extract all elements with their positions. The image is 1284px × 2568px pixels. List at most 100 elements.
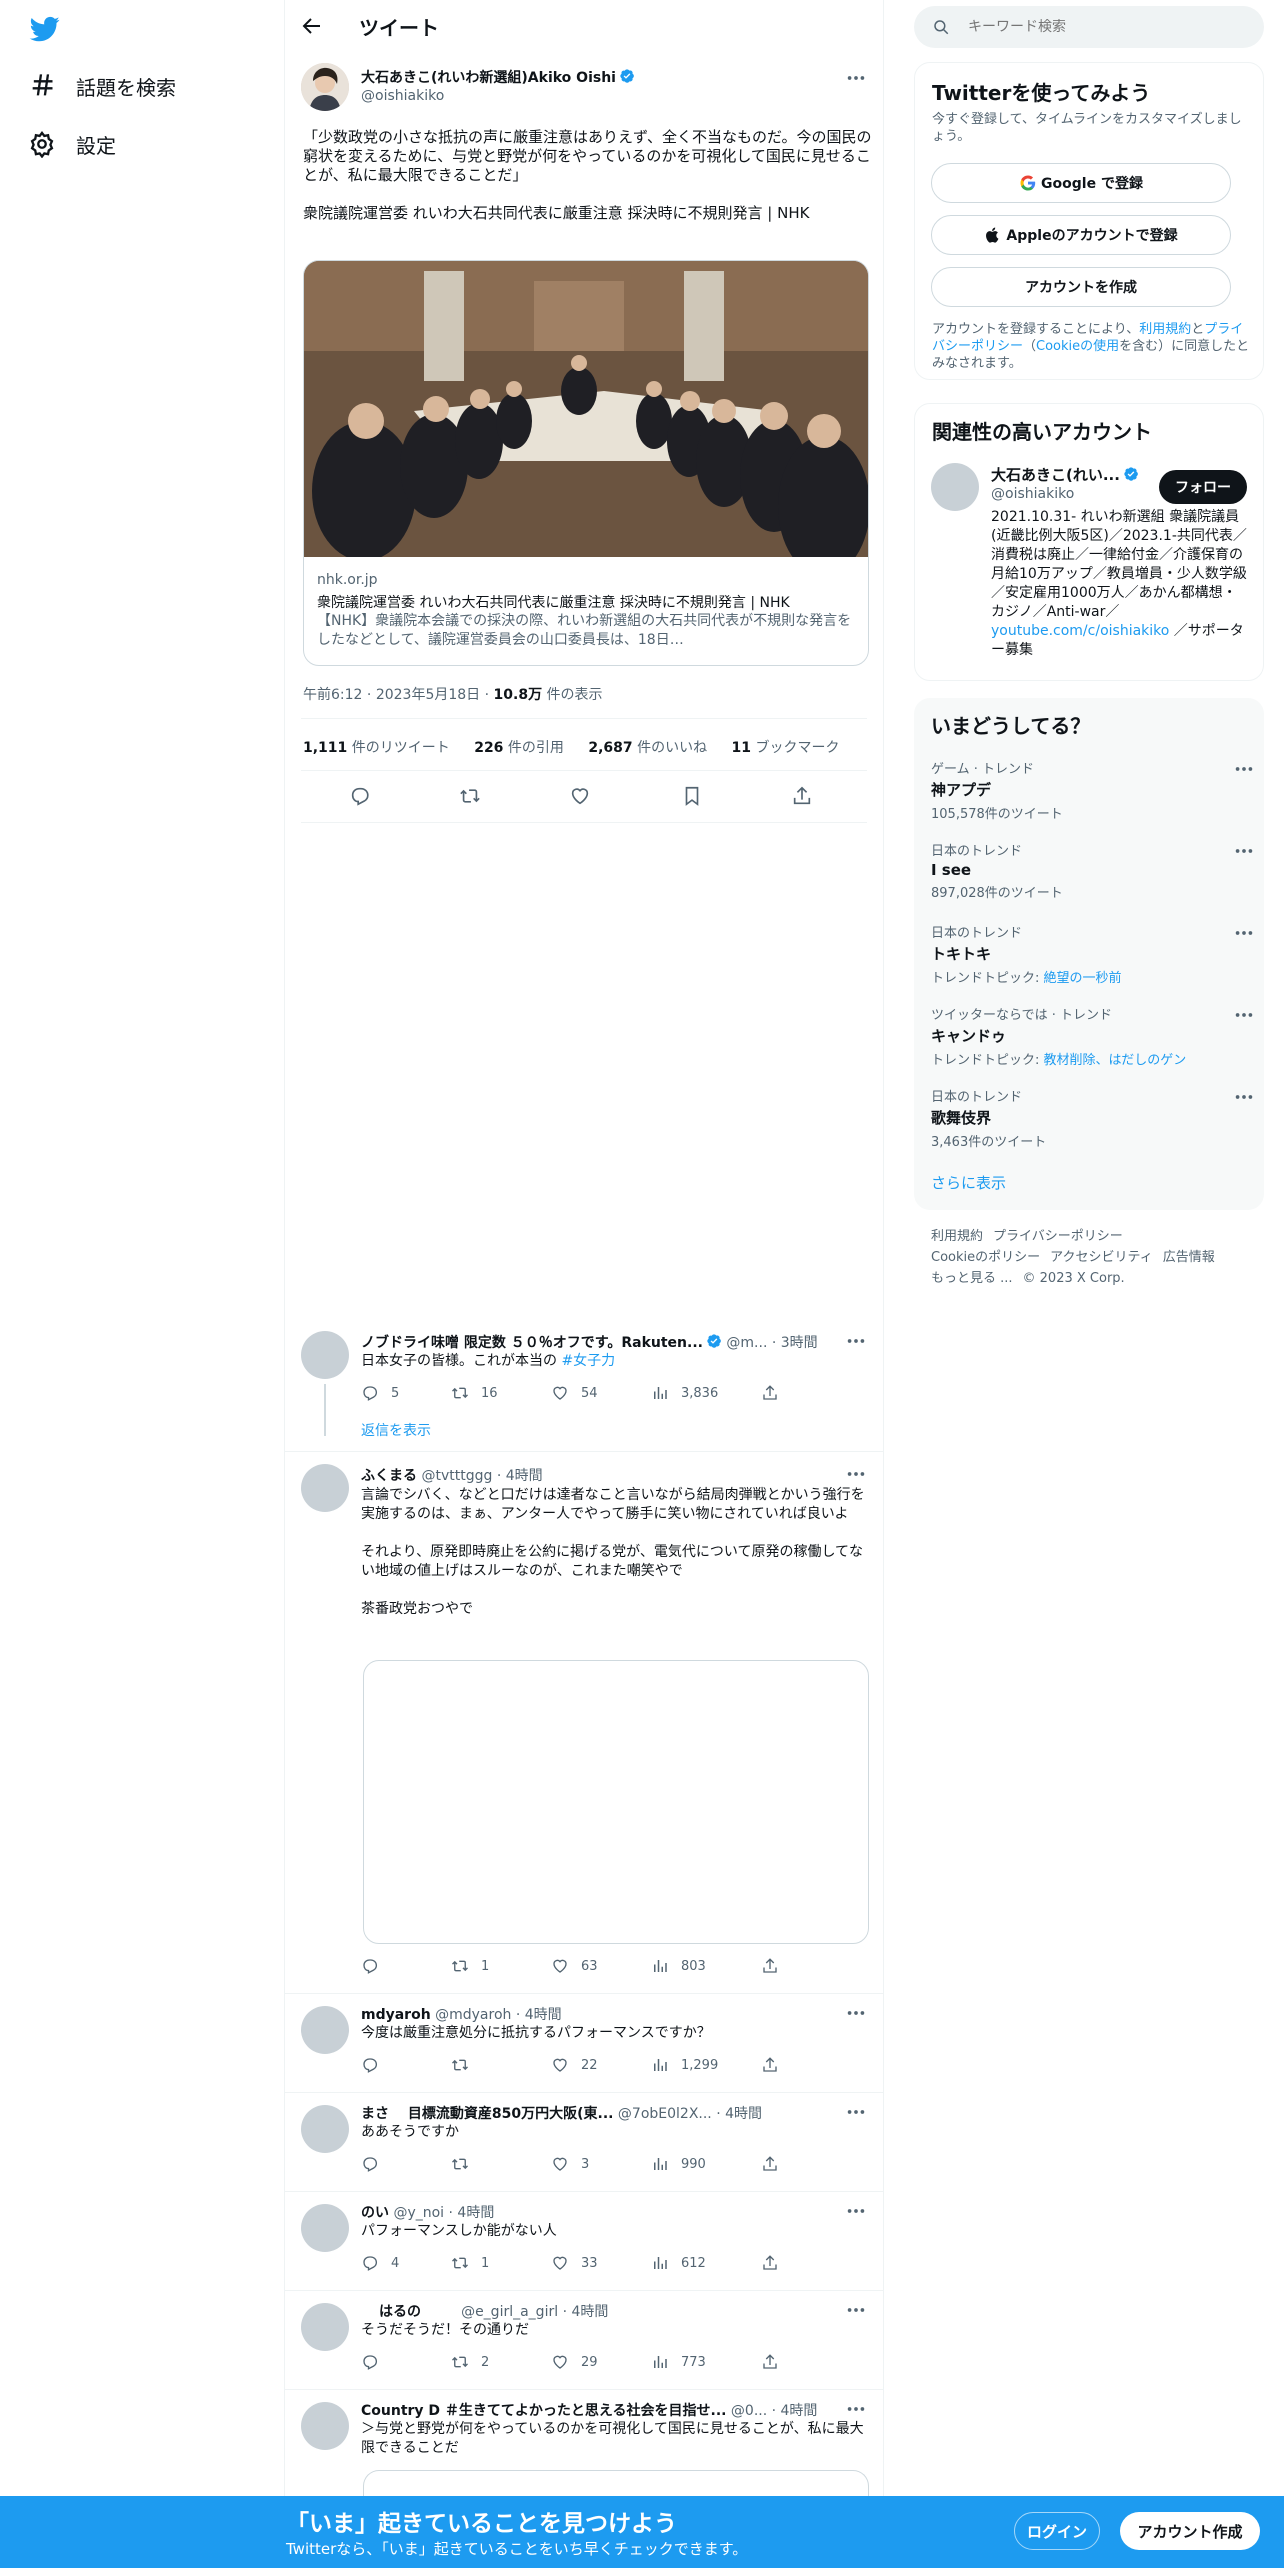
views-button[interactable]: 990 [651, 2155, 706, 2173]
twitter-logo-icon[interactable] [28, 14, 62, 44]
cookie-link[interactable]: Cookieの使用 [1036, 339, 1119, 354]
reply-author-handle[interactable]: @m... [726, 1335, 767, 1351]
share-button[interactable] [761, 1384, 791, 1402]
reply-time[interactable]: · 4時間 [516, 2007, 562, 2023]
more-options-icon[interactable] [845, 1330, 867, 1352]
more-options-icon[interactable] [1233, 840, 1255, 862]
footer-cookie[interactable]: Cookieのポリシー [931, 1250, 1040, 1265]
avatar[interactable] [301, 1464, 349, 1512]
more-options-icon[interactable] [1233, 758, 1255, 780]
register-button[interactable]: アカウント作成 [1120, 2512, 1260, 2550]
avatar[interactable] [301, 1331, 349, 1379]
trend-item[interactable]: ツイッターならでは · トレンド キャンドゥ トレンドトピック: 教材削除、はだ… [931, 1004, 1253, 1068]
follow-button[interactable]: フォロー [1159, 470, 1247, 504]
more-options-icon[interactable] [1233, 1086, 1255, 1108]
terms-link[interactable]: 利用規約 [1139, 322, 1191, 337]
trend-item[interactable]: 日本のトレンド I see 897,028件のツイート [931, 840, 1253, 901]
retweet-button[interactable]: 16 [451, 1384, 498, 1402]
tweet-date[interactable]: 2023年5月18日 [376, 687, 480, 703]
reply-author-handle[interactable]: @7obE0l2X... [618, 2106, 712, 2122]
like-button[interactable]: 63 [551, 1957, 598, 1975]
footer-privacy[interactable]: プライバシーポリシー [993, 1229, 1123, 1244]
more-options-icon[interactable] [845, 2200, 867, 2222]
author-handle[interactable]: @oishiakiko [361, 88, 444, 104]
more-options-icon[interactable] [1233, 922, 1255, 944]
reply-button[interactable] [361, 2056, 391, 2074]
apple-signup-button[interactable]: Appleのアカウントで登録 [931, 215, 1231, 255]
footer-ads[interactable]: 広告情報 [1163, 1250, 1215, 1265]
reply-icon[interactable] [349, 785, 371, 807]
like-icon[interactable] [569, 785, 591, 807]
link-card[interactable]: nhk.or.jp 衆院議院運営委 れいわ大石共同代表に厳重注意 採決時に不規則… [303, 260, 869, 666]
more-options-icon[interactable] [845, 2299, 867, 2321]
reply-button[interactable]: 4 [361, 2254, 399, 2272]
trend-item[interactable]: 日本のトレンド トキトキ トレンドトピック: 絶望の一秒前 [931, 922, 1253, 986]
trend-item[interactable]: ゲーム · トレンド 神アプデ 105,578件のツイート [931, 758, 1253, 822]
share-button[interactable] [761, 2056, 791, 2074]
search-box[interactable] [914, 6, 1264, 48]
more-options-icon[interactable] [845, 2101, 867, 2123]
reply-time[interactable]: · 4時間 [772, 2403, 818, 2419]
views-button[interactable]: 803 [651, 1957, 706, 1975]
like-button[interactable]: 33 [551, 2254, 598, 2272]
like-button[interactable]: 22 [551, 2056, 598, 2074]
reply-button[interactable] [361, 2155, 391, 2173]
views-button[interactable]: 1,299 [651, 2056, 718, 2074]
share-button[interactable] [761, 2254, 791, 2272]
like-button[interactable]: 54 [551, 1384, 598, 1402]
like-button[interactable]: 3 [551, 2155, 589, 2173]
reply-author-name[interactable]: はるの [379, 2304, 421, 2320]
reply-author-handle[interactable]: @e_girl_a_girl [461, 2304, 558, 2320]
reply-button[interactable] [361, 1957, 391, 1975]
reply-author-handle[interactable]: @tvtttggg [421, 1468, 492, 1484]
bookmark-icon[interactable] [681, 785, 703, 807]
more-options-icon[interactable] [845, 67, 867, 89]
login-button[interactable]: ログイン [1014, 2512, 1100, 2550]
reply-author-name[interactable]: まさ 目標流動資産850万円大阪(東... [361, 2106, 613, 2122]
reply-author-handle[interactable]: @mdyaroh [435, 2007, 511, 2023]
like-button[interactable]: 29 [551, 2353, 598, 2371]
hashtag-link[interactable]: #女子力 [561, 1353, 615, 1369]
reply-author-handle[interactable]: @0... [731, 2403, 767, 2419]
more-options-icon[interactable] [845, 1463, 867, 1485]
create-account-button[interactable]: アカウントを作成 [931, 267, 1231, 307]
reply-author-handle[interactable]: @y_noi [393, 2205, 444, 2221]
retweet-button[interactable]: 2 [451, 2353, 489, 2371]
retweet-count[interactable]: 1,111 [303, 740, 347, 756]
related-handle[interactable]: @oishiakiko [991, 486, 1074, 502]
retweet-count-label[interactable]: 件のリツイート [352, 740, 450, 756]
retweet-icon[interactable] [459, 785, 481, 807]
share-icon[interactable] [791, 785, 813, 807]
reply-author-name[interactable]: ノブドライ味噌 限定数 ５０％オフです。Rakuten... [361, 1335, 703, 1351]
nav-explore[interactable]: 話題を検索 [28, 66, 176, 106]
back-arrow-icon[interactable] [299, 14, 325, 40]
reply-button[interactable]: 5 [361, 1384, 399, 1402]
avatar[interactable] [301, 2006, 349, 2054]
reply-author-name[interactable]: ふくまる [361, 1468, 417, 1484]
reply-author-name[interactable]: mdyaroh [361, 2007, 431, 2023]
reply-time[interactable]: · 3時間 [772, 1335, 818, 1351]
author-avatar[interactable] [301, 63, 349, 111]
nav-settings[interactable]: 設定 [28, 124, 116, 164]
related-avatar[interactable] [931, 463, 979, 511]
reply-time[interactable]: · 4時間 [497, 1468, 543, 1484]
retweet-button[interactable] [451, 2155, 481, 2173]
more-options-icon[interactable] [845, 2002, 867, 2024]
footer-accessibility[interactable]: アクセシビリティ [1050, 1250, 1153, 1265]
reply-time[interactable]: · 4時間 [449, 2205, 495, 2221]
author-name[interactable]: 大石あきこ(れいわ新選組)Akiko Oishi [361, 67, 635, 87]
share-button[interactable] [761, 2155, 791, 2173]
related-name[interactable]: 大石あきこ(れい... [991, 464, 1139, 485]
google-signup-button[interactable]: Google で登録 [931, 163, 1231, 203]
like-count[interactable]: 2,687 [588, 740, 632, 756]
reply-time[interactable]: · 4時間 [716, 2106, 762, 2122]
views-button[interactable]: 3,836 [651, 1384, 718, 1402]
footer-terms[interactable]: 利用規約 [931, 1229, 983, 1244]
like-count-label[interactable]: 件のいいね [637, 740, 707, 756]
share-button[interactable] [761, 2353, 791, 2371]
search-input[interactable] [968, 19, 1258, 35]
show-more-link[interactable]: さらに表示 [931, 1172, 1006, 1193]
views-button[interactable]: 612 [651, 2254, 706, 2272]
avatar[interactable] [301, 2303, 349, 2351]
trend-item[interactable]: 日本のトレンド 歌舞伎界 3,463件のツイート [931, 1086, 1253, 1150]
